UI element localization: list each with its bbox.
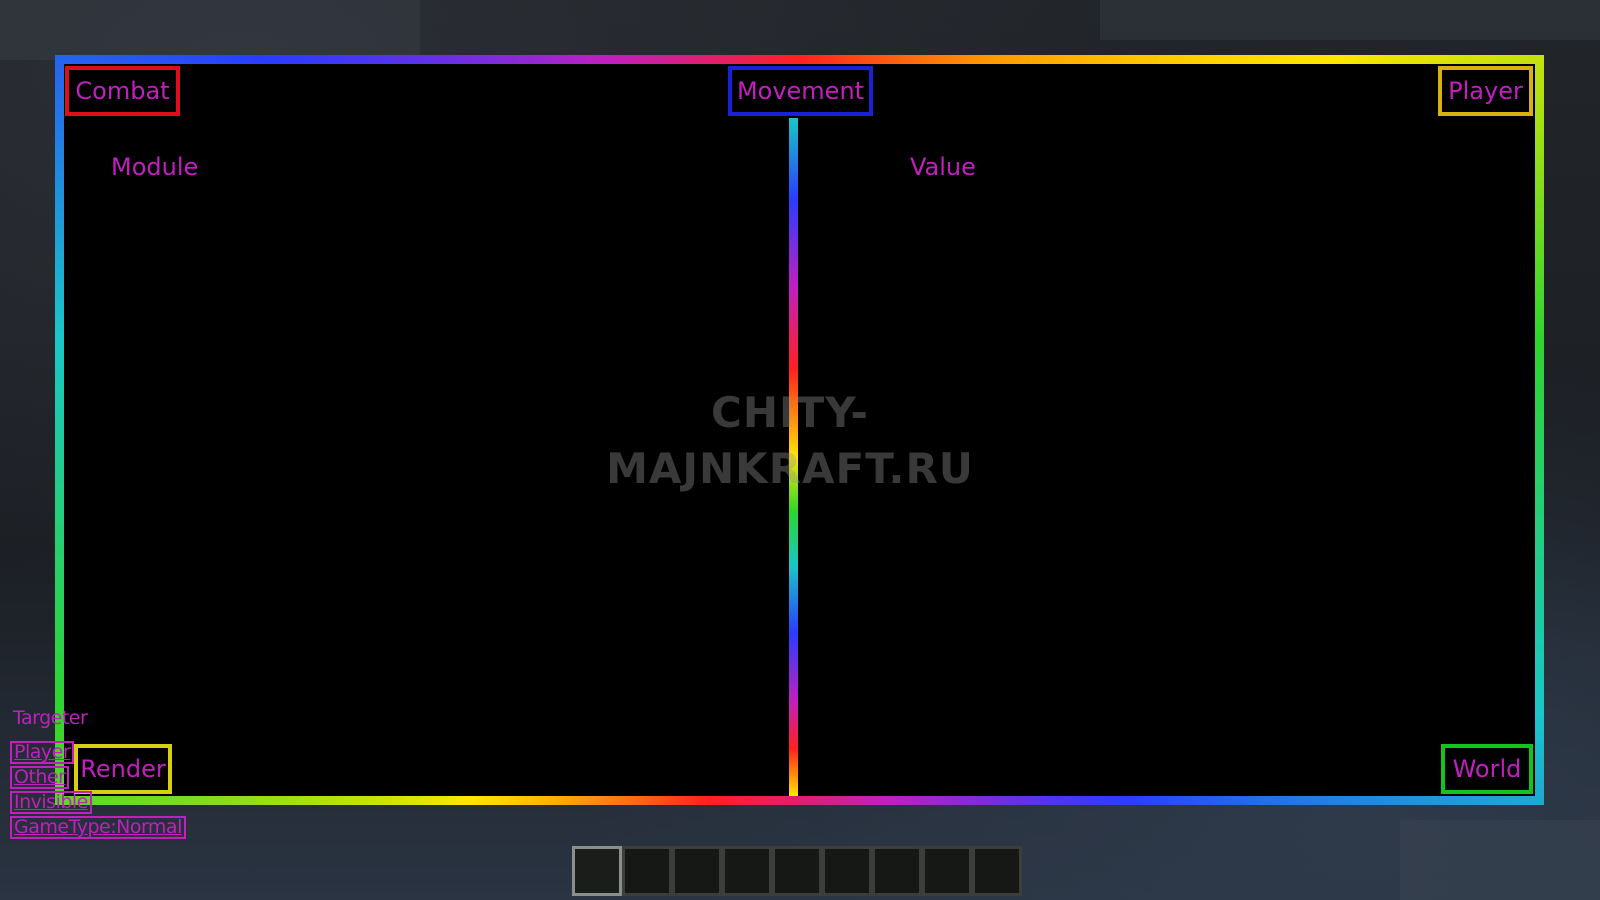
hotbar-slot[interactable] bbox=[822, 846, 872, 896]
hotbar-slot[interactable] bbox=[922, 846, 972, 896]
background-sky-patch bbox=[1100, 0, 1600, 40]
targeter-option-gametype[interactable]: GameType:Normal bbox=[10, 816, 186, 839]
watermark-line-1: CHITY- bbox=[711, 388, 869, 437]
targeter-option-other[interactable]: Other bbox=[10, 766, 70, 789]
hotbar-slot[interactable] bbox=[572, 846, 622, 896]
background-sky-patch bbox=[0, 0, 420, 60]
hotbar-slot[interactable] bbox=[622, 846, 672, 896]
tab-movement[interactable]: Movement bbox=[728, 66, 873, 116]
watermark: CHITY- MAJNKRAFT.RU bbox=[560, 385, 1020, 497]
hotbar bbox=[572, 846, 1026, 900]
module-column-header: Module bbox=[111, 153, 199, 181]
watermark-line-2: MAJNKRAFT.RU bbox=[606, 444, 974, 493]
hotbar-slot[interactable] bbox=[872, 846, 922, 896]
targeter-title: Targeter bbox=[13, 707, 88, 729]
hotbar-slot[interactable] bbox=[672, 846, 722, 896]
targeter-option-player[interactable]: Player bbox=[10, 741, 75, 764]
hotbar-slot[interactable] bbox=[772, 846, 822, 896]
background-ground-patch bbox=[1400, 820, 1600, 900]
game-scene: Combat Movement Player Render World Modu… bbox=[0, 0, 1600, 900]
tab-render[interactable]: Render bbox=[74, 744, 172, 794]
tab-player[interactable]: Player bbox=[1438, 66, 1533, 116]
tab-world[interactable]: World bbox=[1441, 744, 1533, 794]
value-column-header: Value bbox=[910, 153, 976, 181]
hotbar-slot[interactable] bbox=[722, 846, 772, 896]
targeter-option-invisible[interactable]: Invisible bbox=[10, 791, 92, 814]
tab-combat[interactable]: Combat bbox=[65, 66, 180, 116]
hotbar-slot[interactable] bbox=[972, 846, 1022, 896]
